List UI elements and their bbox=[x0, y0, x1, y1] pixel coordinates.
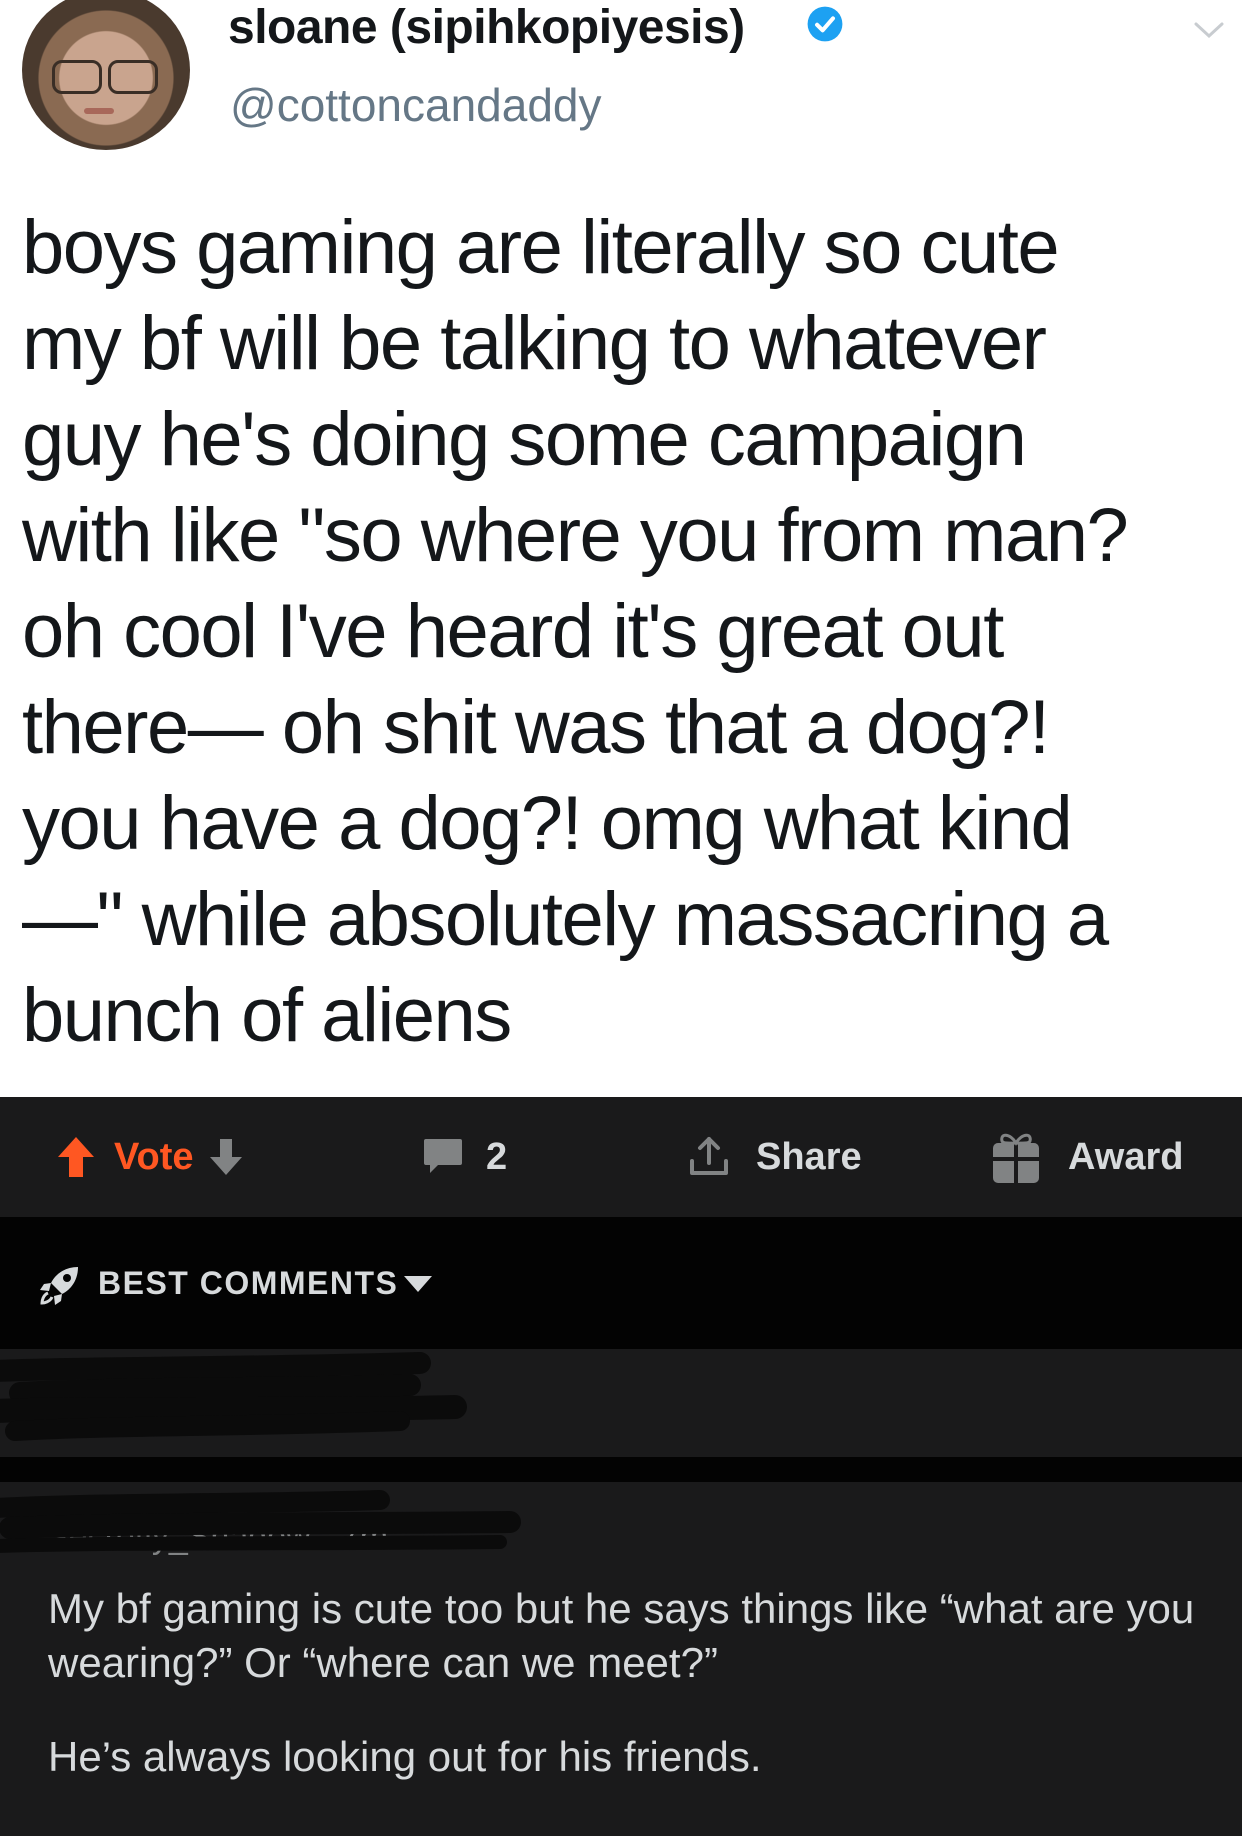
caret-down-icon bbox=[404, 1276, 432, 1292]
sort-label: BEST COMMENTS bbox=[98, 1265, 399, 1301]
comment-paragraph: He’s always looking out for his friends. bbox=[48, 1733, 762, 1780]
award-button[interactable]: Award bbox=[990, 1097, 1183, 1217]
tweet-image[interactable]: sloane (sipihkopiyesis) @cottoncandaddy … bbox=[0, 0, 1242, 1097]
vote-label: Vote bbox=[114, 1135, 194, 1178]
glasses-left bbox=[52, 60, 102, 94]
reddit-post-view: sloane (sipihkopiyesis) @cottoncandaddy … bbox=[0, 0, 1242, 1836]
tweet-line: bunch of aliens bbox=[22, 973, 512, 1058]
mouth bbox=[84, 108, 114, 114]
tweet-display-name: sloane (sipihkopiyesis) bbox=[228, 1, 745, 54]
redaction-scribble bbox=[0, 1490, 521, 1553]
share-icon bbox=[690, 1137, 728, 1175]
tweet-line: there— oh shit was that a dog?! bbox=[22, 685, 1050, 770]
award-label: Award bbox=[1068, 1135, 1184, 1178]
tweet-handle: @cottoncandaddy bbox=[230, 79, 602, 131]
tweet-line: you have a dog?! omg what kind bbox=[22, 781, 1073, 866]
chevron-down-icon bbox=[1194, 22, 1224, 39]
comment-divider bbox=[0, 1457, 1242, 1482]
verified-badge-icon bbox=[807, 6, 843, 42]
tweet-text: boys gaming are literally so cute my bf … bbox=[22, 200, 1240, 1064]
glasses-right bbox=[108, 60, 158, 94]
vote-control: Vote bbox=[56, 1097, 244, 1217]
comment-bubble-icon bbox=[424, 1139, 462, 1173]
rocket-icon bbox=[40, 1267, 78, 1305]
comment-sort[interactable]: BEST COMMENTS bbox=[0, 1217, 1242, 1349]
tweet-line: guy he's doing some campaign bbox=[22, 397, 1027, 482]
gift-icon bbox=[993, 1133, 1039, 1183]
post-action-bar: Vote 2 Share Award bbox=[0, 1097, 1242, 1217]
comment[interactable]: Secretly_Shadow · 7m My bf gaming is cut… bbox=[0, 1482, 1242, 1836]
tweet-line: oh cool I've heard it's great out bbox=[22, 589, 1004, 674]
tweet-line: with like "so where you from man? bbox=[22, 493, 1129, 578]
downvote-arrow-icon[interactable] bbox=[208, 1137, 244, 1177]
upvote-arrow-icon[interactable] bbox=[56, 1135, 96, 1179]
tweet-line: —" while absolutely massacring a bbox=[22, 877, 1109, 962]
share-button[interactable]: Share bbox=[688, 1097, 862, 1217]
redaction-scribble bbox=[0, 1352, 467, 1441]
comment-collapsed[interactable]: TheGoodestBo1 · 1h bbox=[0, 1349, 1242, 1457]
tweet-line: boys gaming are literally so cute bbox=[22, 205, 1060, 290]
tweet-line: my bf will be talking to whatever bbox=[22, 301, 1047, 386]
comment-body: My bf gaming is cute too but he says thi… bbox=[48, 1582, 1208, 1784]
comments-button[interactable]: 2 bbox=[422, 1097, 507, 1217]
avatar bbox=[22, 0, 190, 150]
share-label: Share bbox=[756, 1135, 862, 1178]
comment-paragraph: My bf gaming is cute too but he says thi… bbox=[48, 1585, 1195, 1686]
comment-count: 2 bbox=[486, 1135, 508, 1178]
